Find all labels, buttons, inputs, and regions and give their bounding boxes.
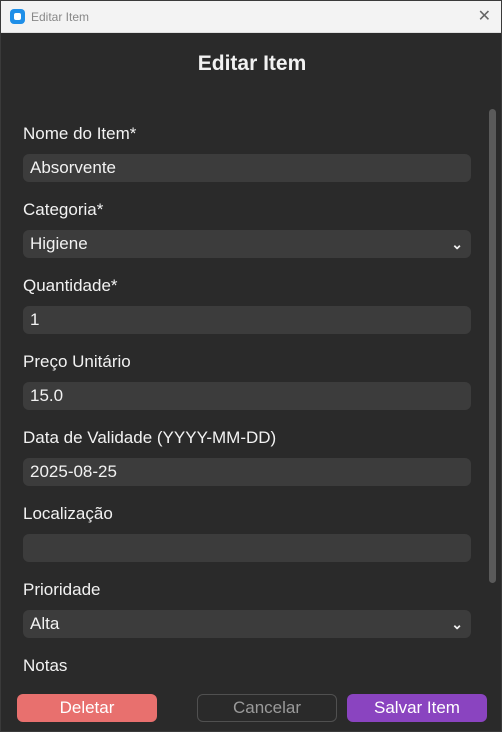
field-quantidade: Quantidade* 1: [23, 273, 471, 349]
quantidade-input[interactable]: 1: [23, 306, 471, 334]
field-label: Notas: [23, 656, 68, 675]
close-icon[interactable]: ✕: [478, 6, 491, 26]
field-label: Data de Validade (YYYY-MM-DD): [23, 428, 277, 447]
field-label: Quantidade*: [23, 276, 118, 295]
preco-input[interactable]: 15.0: [23, 382, 471, 410]
cancel-button[interactable]: Cancelar: [197, 694, 337, 722]
field-label: Nome do Item*: [23, 124, 137, 143]
save-button[interactable]: Salvar Item: [347, 694, 487, 722]
field-prioridade: Prioridade Alta ⌄: [23, 577, 471, 653]
field-label: Localização: [23, 504, 113, 523]
prioridade-value: Alta: [30, 614, 60, 633]
app-icon: [10, 9, 25, 24]
delete-button[interactable]: Deletar: [17, 694, 157, 722]
prioridade-select[interactable]: Alta ⌄: [23, 610, 471, 638]
dialog-title: Editar Item: [197, 52, 307, 75]
validade-input[interactable]: 2025-08-25: [23, 458, 471, 486]
edit-item-window: Editar Item ✕ Editar Item Nome do Item* …: [0, 0, 502, 732]
nome-input[interactable]: Absorvente: [23, 154, 471, 182]
field-nome: Nome do Item* Absorvente: [23, 121, 471, 197]
field-validade: Data de Validade (YYYY-MM-DD) 2025-08-25: [23, 425, 471, 501]
title-bar[interactable]: Editar Item ✕: [1, 1, 501, 33]
field-label: Preço Unitário: [23, 352, 131, 371]
field-label: Prioridade: [23, 580, 101, 599]
chevron-down-icon: ⌄: [451, 616, 463, 632]
categoria-value: Higiene: [30, 234, 88, 253]
scrollbar[interactable]: [489, 109, 496, 583]
field-categoria: Categoria* Higiene ⌄: [23, 197, 471, 273]
field-localizacao: Localização: [23, 501, 471, 577]
chevron-down-icon: ⌄: [451, 236, 463, 252]
categoria-select[interactable]: Higiene ⌄: [23, 230, 471, 258]
item-form: Nome do Item* Absorvente Categoria* Higi…: [23, 121, 471, 729]
field-label: Categoria*: [23, 200, 104, 219]
field-preco: Preço Unitário 15.0: [23, 349, 471, 425]
localizacao-input[interactable]: [23, 534, 471, 562]
window-title: Editar Item: [31, 10, 90, 24]
